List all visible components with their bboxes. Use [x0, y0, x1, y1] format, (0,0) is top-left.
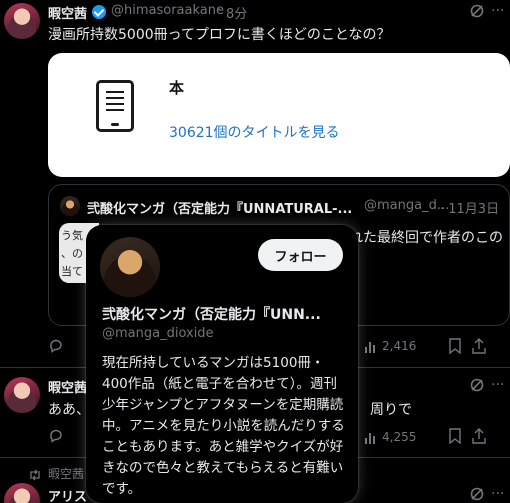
tweet2-text: ああ、: [48, 402, 90, 418]
verified-badge-icon: [92, 5, 106, 19]
tweet-author-name[interactable]: 暇空茜: [48, 3, 87, 22]
more-icon-2[interactable]: ···: [491, 377, 504, 393]
reply-icon-2[interactable]: [48, 428, 64, 448]
avatar-alice[interactable]: [4, 483, 40, 503]
share-icon[interactable]: [472, 338, 486, 358]
popover-name[interactable]: 弐酸化マンガ（否定能力『UNN...: [102, 304, 321, 324]
popover-handle[interactable]: @manga_dioxide: [102, 326, 214, 341]
popover-bio: 現在所持しているマンガは5100冊・400作品（紙と電子を合わせて）。週刊少年ジ…: [102, 355, 345, 497]
bookmark-icon[interactable]: [448, 338, 462, 358]
follow-button[interactable]: フォロー: [258, 239, 343, 271]
bookmark-icon-2[interactable]: [448, 428, 462, 448]
quote-avatar[interactable]: [60, 196, 80, 216]
tweet3-author-name[interactable]: アリス: [48, 486, 87, 503]
book-card[interactable]: 本 30621個のタイトルを見る: [48, 53, 510, 177]
views-icon-2[interactable]: [364, 430, 378, 449]
share-icon-2[interactable]: [472, 428, 486, 448]
tweet2-text-right: 周りで: [370, 402, 412, 418]
profile-hover-card: フォロー 弐酸化マンガ（否定能力『UNN... @manga_dioxide 現…: [86, 225, 358, 503]
quote-author-handle[interactable]: @manga_d...: [364, 198, 449, 213]
card-title: 本: [169, 79, 185, 97]
views-count-2[interactable]: 4,255: [382, 430, 416, 444]
more-icon[interactable]: ···: [491, 3, 504, 19]
grok-icon[interactable]: [469, 3, 485, 19]
tweet-text: 漫画所持数5000冊ってプロフに書くほどのことなの？: [48, 27, 391, 43]
ebook-reader-icon: [96, 80, 134, 132]
quote-text-fragment: れた最終回で作者のこの: [349, 230, 503, 246]
retweet-icon: [28, 466, 42, 485]
views-count[interactable]: 2,416: [382, 339, 416, 353]
card-link[interactable]: 30621個のタイトルを見る: [169, 122, 340, 142]
tweet2-author-name[interactable]: 暇空茜: [48, 377, 87, 396]
more-icon-3[interactable]: ···: [491, 486, 504, 502]
avatar-himasoraakane[interactable]: [4, 3, 40, 39]
avatar-himasoraakane-2[interactable]: [4, 377, 40, 413]
quote-date[interactable]: · 11月3日: [440, 198, 499, 217]
grok-icon-3[interactable]: [469, 486, 485, 503]
quote-author-name[interactable]: 弐酸化マンガ（否定能力『UNNATURAL-...: [87, 198, 352, 217]
popover-avatar[interactable]: [100, 237, 160, 297]
tweet-separator: ·: [217, 3, 222, 18]
views-icon[interactable]: [364, 339, 378, 358]
tweet-time[interactable]: 8分: [226, 3, 247, 22]
grok-icon-2[interactable]: [469, 377, 485, 397]
reply-icon[interactable]: [48, 338, 64, 358]
tweet-author-handle[interactable]: @himasoraakane: [111, 3, 224, 18]
